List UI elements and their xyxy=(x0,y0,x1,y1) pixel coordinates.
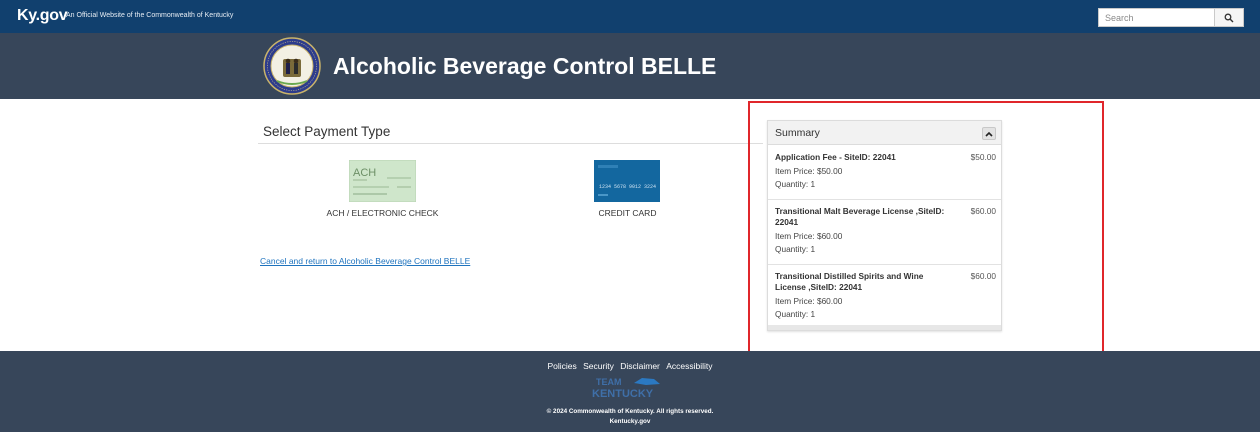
logo-kentucky-text: KENTUCKY xyxy=(592,388,654,400)
team-kentucky-logo[interactable]: TEAM KENTUCKY xyxy=(590,375,670,401)
ach-label[interactable]: ACH / ELECTRONIC CHECK xyxy=(300,208,465,218)
logo-team-text: TEAM xyxy=(596,377,622,387)
kentucky-gov-link[interactable]: Kentucky.gov xyxy=(0,418,1260,425)
policies-link[interactable]: Policies xyxy=(547,361,576,371)
accessibility-link[interactable]: Accessibility xyxy=(666,361,712,371)
payment-type-heading: Select Payment Type xyxy=(263,124,391,139)
page: Ky.gov An Official Website of the Common… xyxy=(0,0,1260,432)
credit-card-option[interactable]: 1234 5678 9012 3224 xyxy=(594,160,660,202)
cancel-return-link[interactable]: Cancel and return to Alcoholic Beverage … xyxy=(260,256,470,266)
svg-text:ACH: ACH xyxy=(353,167,376,179)
credit-card-label[interactable]: CREDIT CARD xyxy=(560,208,695,218)
top-bar: Ky.gov An Official Website of the Common… xyxy=(0,0,1260,33)
search-input[interactable] xyxy=(1098,8,1214,27)
kygov-logo-link[interactable]: Ky.gov xyxy=(17,7,68,25)
search-icon xyxy=(1224,13,1234,22)
security-link[interactable]: Security xyxy=(583,361,614,371)
official-site-text: An Official Website of the Commonwealth … xyxy=(66,12,234,19)
credit-card-icon: 1234 5678 9012 3224 xyxy=(594,160,660,202)
search-button[interactable] xyxy=(1214,8,1244,27)
disclaimer-link[interactable]: Disclaimer xyxy=(620,361,660,371)
footer-links: Policies Security Disclaimer Accessibili… xyxy=(0,361,1260,371)
kentucky-seal-icon[interactable] xyxy=(263,37,321,95)
ach-check-icon: ACH xyxy=(348,159,417,203)
site-header: Alcoholic Beverage Control BELLE xyxy=(0,33,1260,99)
ach-option[interactable]: ACH xyxy=(348,159,417,203)
card-number-text: 1234 5678 9012 3224 xyxy=(599,184,656,190)
highlight-box xyxy=(748,101,1104,361)
site-footer: Policies Security Disclaimer Accessibili… xyxy=(0,351,1260,432)
heading-divider xyxy=(258,143,763,144)
copyright-text: © 2024 Commonwealth of Kentucky. All rig… xyxy=(546,408,714,415)
app-title: Alcoholic Beverage Control BELLE xyxy=(333,53,717,79)
